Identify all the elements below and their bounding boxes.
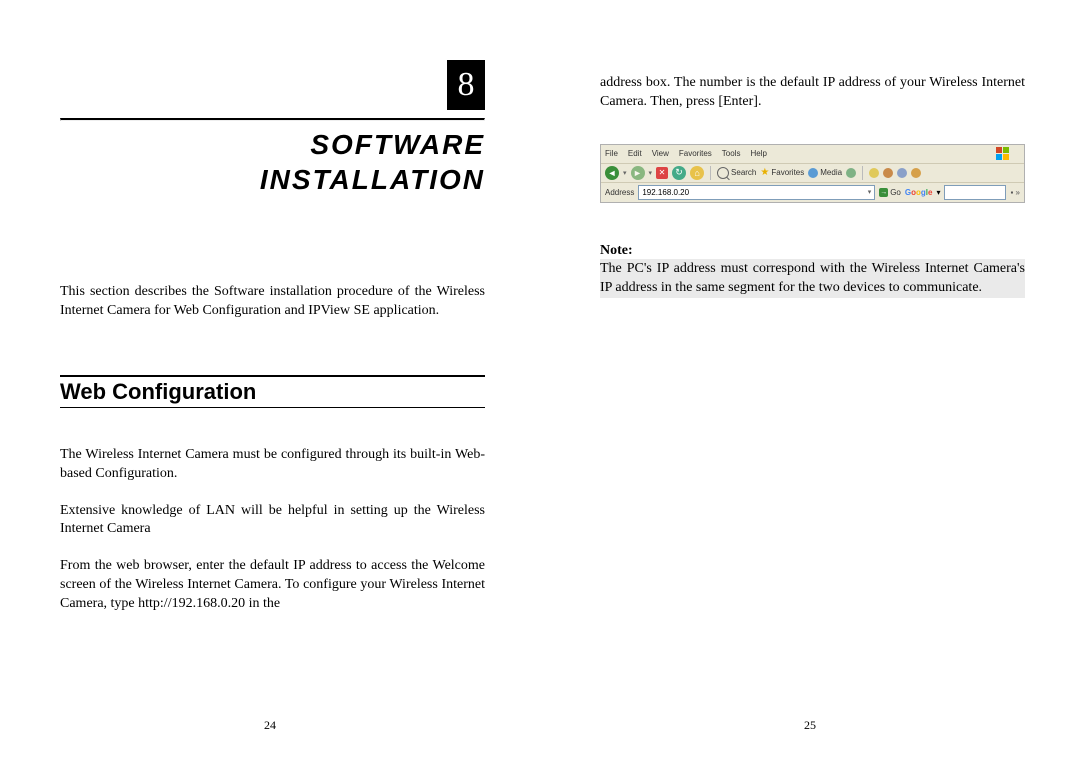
- menu-tools[interactable]: Tools: [722, 149, 741, 158]
- section-block: Web Configuration: [60, 375, 485, 408]
- forward-button-icon[interactable]: ►: [631, 166, 645, 180]
- search-button[interactable]: Search: [717, 167, 756, 179]
- go-button[interactable]: → Go: [879, 188, 901, 197]
- menu-favorites[interactable]: Favorites: [679, 149, 712, 158]
- page-number-right: 25: [540, 718, 1080, 733]
- body-para-3: From the web browser, enter the default …: [60, 557, 485, 614]
- page-number-left: 24: [0, 718, 540, 733]
- history-icon[interactable]: [846, 168, 856, 178]
- back-dropdown-icon[interactable]: ▾: [623, 169, 627, 177]
- menu-edit[interactable]: Edit: [628, 149, 642, 158]
- windows-logo-icon: [996, 147, 1010, 161]
- google-search-input[interactable]: [944, 185, 1006, 200]
- page-right: address box. The number is the default I…: [540, 0, 1080, 763]
- chapter-number: 8: [458, 66, 475, 104]
- back-button-icon[interactable]: ◄: [605, 166, 619, 180]
- discuss-icon[interactable]: [911, 168, 921, 178]
- continued-paragraph: address box. The number is the default I…: [600, 74, 1025, 112]
- favorites-button[interactable]: ★ Favorites: [760, 167, 804, 178]
- favorites-label: Favorites: [771, 168, 804, 177]
- google-toolbar-logo: Google: [905, 188, 933, 197]
- go-arrow-icon: →: [879, 188, 888, 197]
- chapter-title-line2: INSTALLATION: [60, 162, 485, 197]
- chapter-title: SOFTWARE INSTALLATION: [60, 127, 485, 197]
- chapter-title-line1: SOFTWARE: [60, 127, 485, 162]
- browser-address-bar: Address 192.168.0.20 ▾ → Go Google ▾ ▪ »: [601, 183, 1024, 202]
- browser-screenshot: File Edit View Favorites Tools Help ◄ ▾ …: [600, 144, 1025, 203]
- note-heading: Note:: [600, 243, 1025, 259]
- toolbar-separator: [710, 166, 711, 180]
- browser-menu-bar: File Edit View Favorites Tools Help: [601, 145, 1024, 164]
- address-label: Address: [605, 188, 634, 197]
- media-button[interactable]: Media: [808, 168, 842, 178]
- media-label: Media: [820, 168, 842, 177]
- address-dropdown-icon[interactable]: ▾: [868, 188, 872, 196]
- chapter-rule: [60, 118, 485, 121]
- mail-icon[interactable]: [869, 168, 879, 178]
- intro-paragraph: This section describes the Software inst…: [60, 283, 485, 321]
- address-value: 192.168.0.20: [642, 188, 689, 197]
- search-icon: [717, 167, 729, 179]
- search-label: Search: [731, 168, 756, 177]
- body-para-2: Extensive knowledge of LAN will be helpf…: [60, 502, 485, 540]
- menu-help[interactable]: Help: [750, 149, 766, 158]
- star-icon: ★: [760, 167, 769, 178]
- section-rule-top: [60, 375, 485, 377]
- section-rule-bottom: [60, 407, 485, 408]
- menu-file[interactable]: File: [605, 149, 618, 158]
- address-input[interactable]: 192.168.0.20 ▾: [638, 185, 875, 200]
- body-para-1: The Wireless Internet Camera must be con…: [60, 446, 485, 484]
- refresh-button-icon[interactable]: ↻: [672, 166, 686, 180]
- toolbar-separator-2: [862, 166, 863, 180]
- browser-toolbar: ◄ ▾ ► ▾ ✕ ↻ ⌂ Search ★ Favorites Media: [601, 164, 1024, 183]
- page-left: 8 SOFTWARE INSTALLATION This section des…: [0, 0, 540, 763]
- menu-view[interactable]: View: [652, 149, 669, 158]
- print-icon[interactable]: [883, 168, 893, 178]
- section-title: Web Configuration: [60, 379, 485, 405]
- forward-dropdown-icon[interactable]: ▾: [649, 169, 653, 177]
- home-button-icon[interactable]: ⌂: [690, 166, 704, 180]
- media-icon: [808, 168, 818, 178]
- note-body: The PC's IP address must correspond with…: [600, 259, 1025, 298]
- google-more-icon[interactable]: ▪ »: [1010, 188, 1020, 197]
- stop-button-icon[interactable]: ✕: [656, 167, 668, 179]
- go-label: Go: [890, 188, 901, 197]
- chapter-number-box: 8: [447, 60, 485, 110]
- edit-icon[interactable]: [897, 168, 907, 178]
